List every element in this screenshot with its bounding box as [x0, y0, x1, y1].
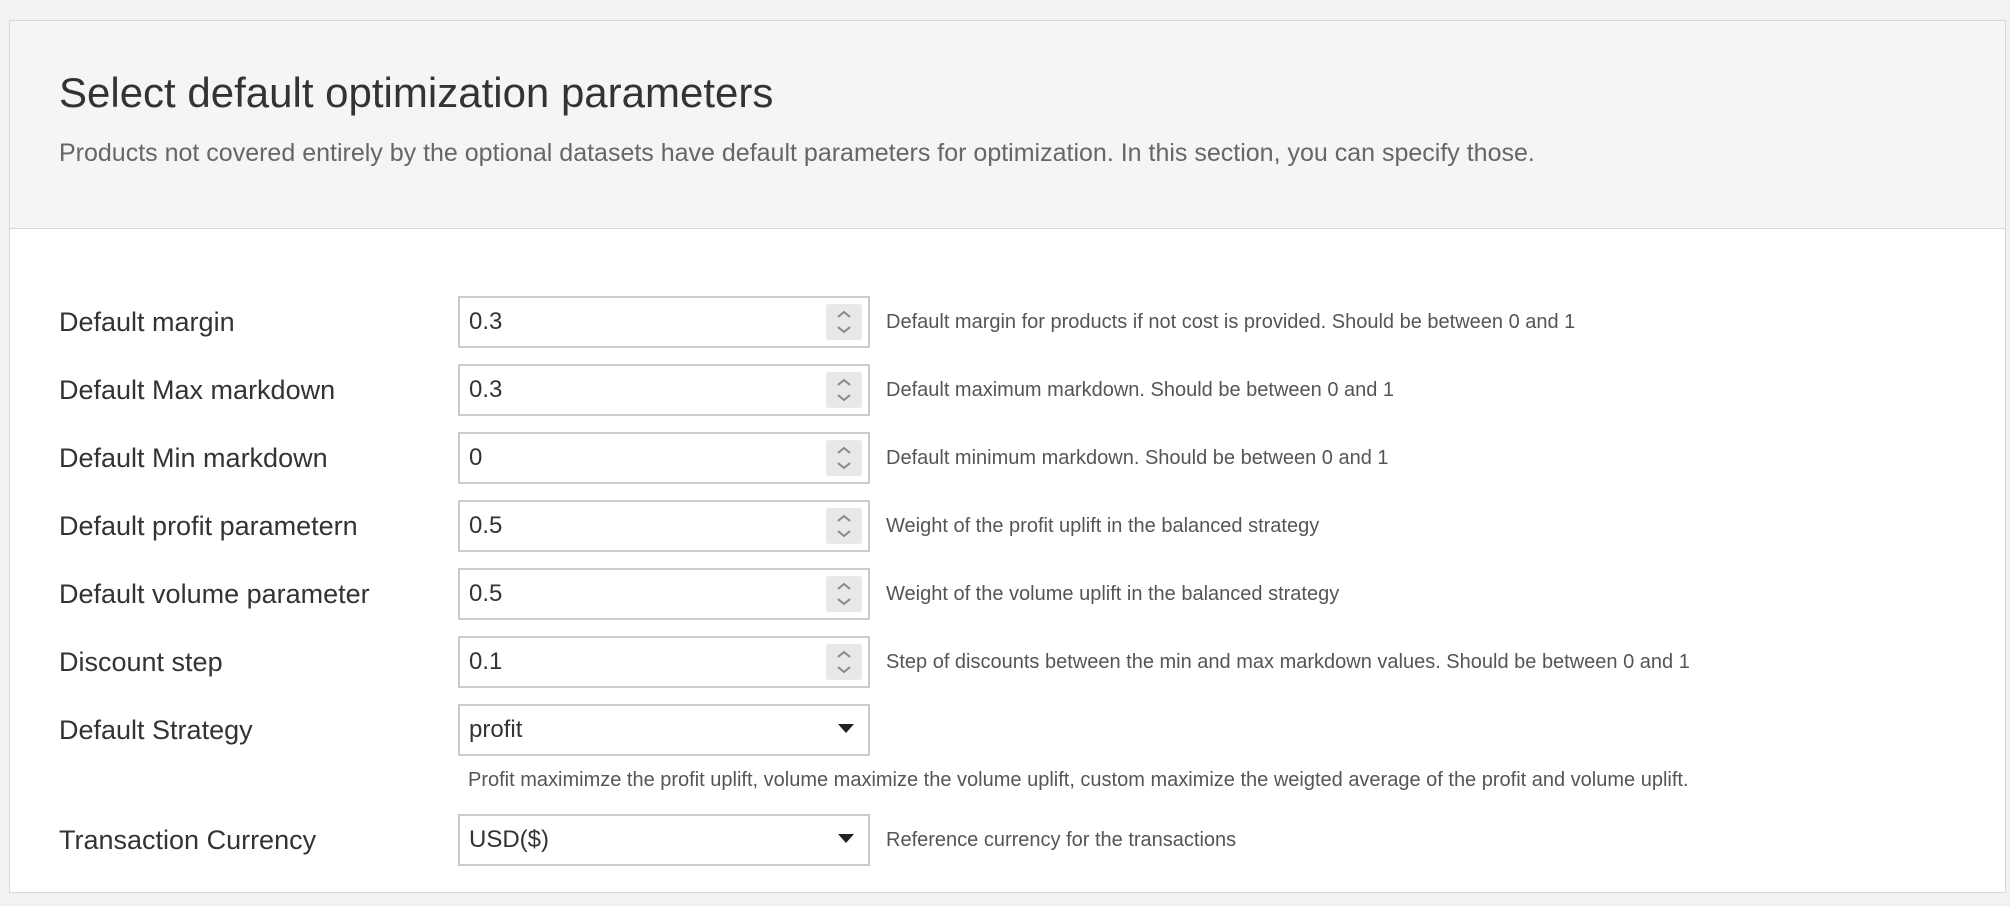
- form-row-default-margin: Default margin Default margin for produc…: [10, 296, 2005, 348]
- default-max-markdown-label: Default Max markdown: [59, 375, 336, 405]
- default-max-markdown-input[interactable]: [460, 366, 800, 414]
- default-margin-input[interactable]: [460, 298, 800, 346]
- discount-step-input[interactable]: [460, 638, 800, 686]
- transaction-currency-select[interactable]: USD($): [458, 814, 870, 866]
- stepper-chevron-up-down-icon[interactable]: [826, 304, 862, 340]
- stepper-chevron-up-down-icon[interactable]: [826, 576, 862, 612]
- default-max-markdown-help: Default maximum markdown. Should be betw…: [886, 379, 1395, 401]
- default-strategy-help: Profit maximimze the profit uplift, volu…: [468, 769, 1689, 791]
- default-strategy-select[interactable]: profit: [458, 704, 870, 756]
- default-profit-parameter-label: Default profit parametern: [59, 511, 358, 541]
- form-row-default-max-markdown: Default Max markdown Default maximum mar…: [10, 364, 2005, 416]
- stepper-chevron-up-down-icon[interactable]: [826, 644, 862, 680]
- default-max-markdown-field[interactable]: [458, 364, 870, 416]
- default-volume-parameter-input[interactable]: [460, 570, 800, 618]
- stepper-chevron-up-down-icon[interactable]: [826, 508, 862, 544]
- optimization-parameters-panel: Select default optimization parameters P…: [9, 20, 2006, 893]
- form-row-discount-step: Discount step Step of discounts between …: [10, 636, 2005, 688]
- section-description: Products not covered entirely by the opt…: [59, 139, 1535, 167]
- caret-down-icon[interactable]: [838, 724, 854, 733]
- default-min-markdown-input[interactable]: [460, 434, 800, 482]
- stepper-chevron-up-down-icon[interactable]: [826, 372, 862, 408]
- default-strategy-value: profit: [469, 716, 523, 743]
- section-header: Select default optimization parameters P…: [10, 21, 2005, 229]
- form-row-default-strategy: Default Strategy profit: [10, 704, 2005, 756]
- default-profit-parameter-help: Weight of the profit uplift in the balan…: [886, 515, 1320, 537]
- discount-step-label: Discount step: [59, 647, 223, 677]
- caret-down-icon[interactable]: [838, 834, 854, 843]
- default-min-markdown-field[interactable]: [458, 432, 870, 484]
- section-title: Select default optimization parameters: [59, 69, 774, 116]
- default-margin-label: Default margin: [59, 307, 235, 337]
- default-min-markdown-label: Default Min markdown: [59, 443, 328, 473]
- discount-step-help: Step of discounts between the min and ma…: [886, 651, 1690, 673]
- form-row-default-min-markdown: Default Min markdown Default minimum mar…: [10, 432, 2005, 484]
- default-volume-parameter-help: Weight of the volume uplift in the balan…: [886, 583, 1340, 605]
- default-volume-parameter-label: Default volume parameter: [59, 579, 370, 609]
- default-margin-help: Default margin for products if not cost …: [886, 311, 1576, 333]
- default-profit-parameter-input[interactable]: [460, 502, 800, 550]
- default-margin-field[interactable]: [458, 296, 870, 348]
- stepper-chevron-up-down-icon[interactable]: [826, 440, 862, 476]
- form-row-default-volume-parameter: Default volume parameter Weight of the v…: [10, 568, 2005, 620]
- form-row-default-profit-parameter: Default profit parametern Weight of the …: [10, 500, 2005, 552]
- transaction-currency-label: Transaction Currency: [59, 825, 317, 855]
- form-row-transaction-currency: Transaction Currency USD($) Reference cu…: [10, 814, 2005, 866]
- default-profit-parameter-field[interactable]: [458, 500, 870, 552]
- default-volume-parameter-field[interactable]: [458, 568, 870, 620]
- discount-step-field[interactable]: [458, 636, 870, 688]
- default-min-markdown-help: Default minimum markdown. Should be betw…: [886, 447, 1389, 469]
- transaction-currency-value: USD($): [469, 826, 550, 853]
- default-strategy-label: Default Strategy: [59, 715, 253, 745]
- transaction-currency-help: Reference currency for the transactions: [886, 829, 1237, 851]
